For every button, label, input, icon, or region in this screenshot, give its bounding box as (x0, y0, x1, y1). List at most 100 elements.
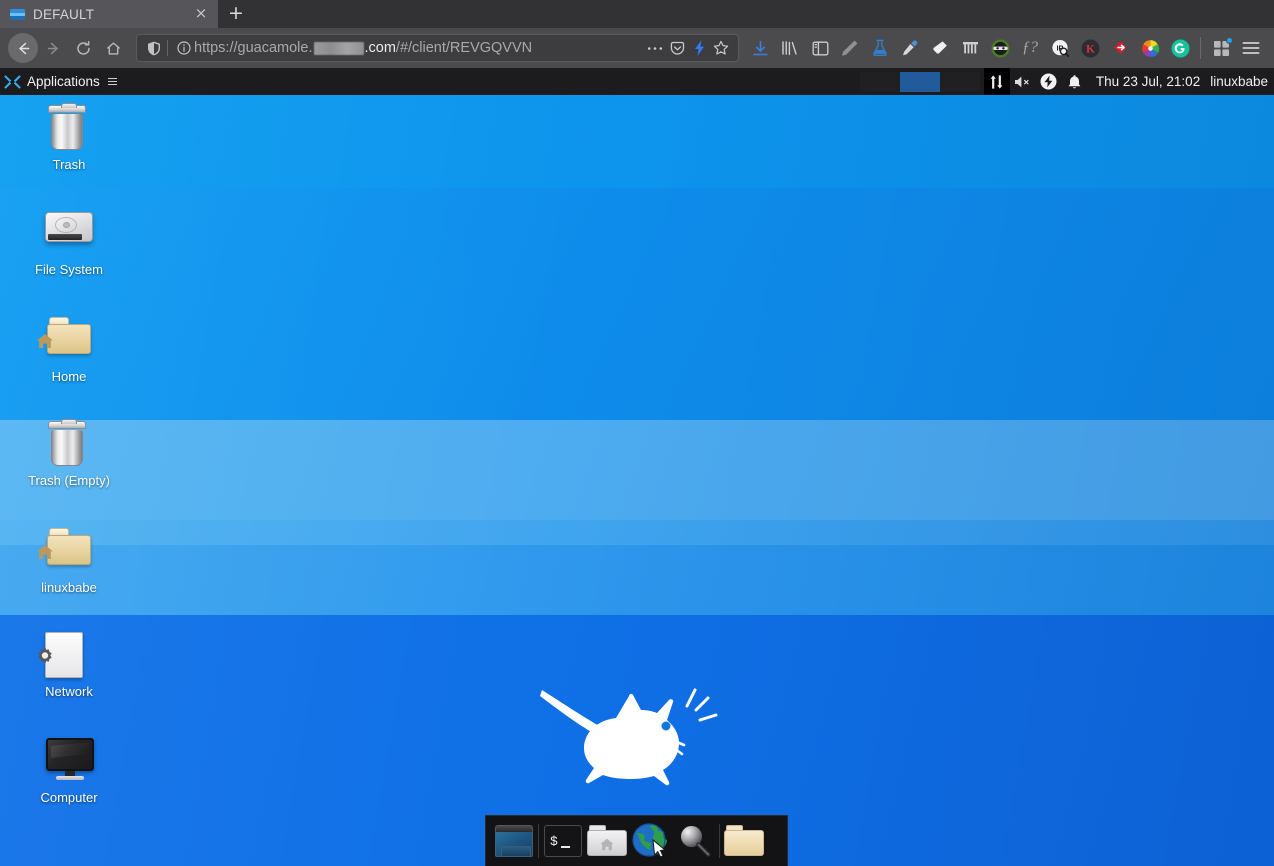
eyedropper-icon[interactable] (895, 33, 925, 63)
page-info-icon[interactable] (174, 41, 194, 55)
network-settings-icon (45, 632, 93, 680)
desktop-icon-label: Trash (53, 157, 86, 172)
tracking-protection-shield-icon[interactable] (143, 41, 165, 56)
file-manager-folder-icon (587, 825, 627, 857)
workspace-3[interactable] (940, 72, 980, 92)
url-path: /#/client/REVGQVVN (396, 40, 532, 56)
flask-icon[interactable] (865, 33, 895, 63)
new-tab-button[interactable]: + (218, 0, 254, 28)
desktop-icon-label: Network (45, 684, 93, 699)
user-folder-icon (45, 528, 93, 576)
dock-web-browser[interactable] (629, 819, 673, 863)
guacamole-favicon-icon (10, 9, 25, 20)
desktop-icon-label: Home (52, 369, 87, 384)
keepassxc-icon[interactable]: K (1075, 33, 1105, 63)
bookmark-star-icon[interactable] (710, 40, 732, 56)
desktop-icon-trash-empty[interactable]: Trash (Empty) (0, 421, 138, 488)
notifications-bell-icon[interactable] (1062, 68, 1088, 95)
function-glyph: ƒ? (1022, 39, 1038, 57)
url-divider (167, 40, 168, 56)
color-picker-icon[interactable] (1135, 33, 1165, 63)
tab-title: DEFAULT (33, 7, 184, 22)
hamburger-menu-icon[interactable] (1236, 33, 1266, 63)
ruler-icon[interactable] (835, 33, 865, 63)
xfce-dock-panel: $ (485, 815, 788, 866)
dock-file-manager[interactable] (585, 819, 629, 863)
ellipsis-icon[interactable] (644, 46, 666, 51)
applications-label: Applications (27, 74, 100, 89)
dock-file-folder[interactable] (722, 819, 766, 863)
url-scheme: https:// (194, 40, 238, 56)
reload-icon[interactable] (68, 33, 98, 63)
dock-terminal[interactable]: $ (541, 819, 585, 863)
back-arrow-icon[interactable] (8, 33, 38, 63)
desktop-icon-label: linuxbabe (41, 580, 97, 595)
redirector-icon[interactable] (1105, 33, 1135, 63)
xfce-top-panel: Applications (0, 68, 1274, 95)
system-tray: Thu 23 Jul, 21:02 linuxbabe (980, 68, 1274, 95)
desktop-icon-linuxbabe[interactable]: linuxbabe (0, 528, 138, 595)
url-bar[interactable]: https://guacamole..com/#/client/REVGQVVN (136, 34, 739, 62)
forward-arrow-icon[interactable] (38, 33, 68, 63)
dock-application-finder[interactable] (673, 819, 717, 863)
sidebar-icon[interactable] (805, 33, 835, 63)
downloads-icon[interactable] (745, 33, 775, 63)
desktop-icon-label: Trash (Empty) (28, 473, 110, 488)
dock-divider-1 (538, 824, 539, 858)
desktop-icon-trash[interactable]: Trash (0, 105, 138, 172)
trash-empty-icon (45, 421, 93, 469)
close-icon[interactable]: × (192, 5, 210, 23)
extensions-badge-dot (1226, 37, 1233, 44)
network-monitor-icon[interactable] (984, 68, 1010, 95)
lightning-bolt-icon[interactable] (688, 40, 710, 56)
home-folder-icon (45, 317, 93, 365)
web-browser-globe-icon (632, 823, 670, 859)
desktop-icon-home[interactable]: Home (0, 317, 138, 384)
workspace-1[interactable] (860, 72, 900, 92)
power-manager-icon[interactable] (1036, 68, 1062, 95)
tab-strip: DEFAULT × + (0, 0, 1274, 28)
navigation-toolbar: https://guacamole..com/#/client/REVGQVVN (0, 28, 1274, 68)
desktop-icon-file-system[interactable]: File System (0, 210, 138, 277)
trash-full-icon (45, 105, 93, 153)
applications-menu-button[interactable]: Applications (0, 68, 125, 95)
terminal-icon: $ (544, 825, 582, 857)
xfce-mouse-icon (4, 74, 21, 90)
desktop-icon-label: Computer (40, 790, 97, 805)
workspace-switcher[interactable] (860, 68, 980, 95)
ninja-cookie-icon[interactable] (985, 33, 1015, 63)
workspace-2[interactable] (900, 72, 940, 92)
desktop-icon-network[interactable]: Network (0, 632, 138, 699)
toolbar-divider (1200, 37, 1201, 59)
comb-icon[interactable] (955, 33, 985, 63)
guacamole-remote-desktop[interactable]: Applications (0, 68, 1274, 866)
username-label[interactable]: linuxbabe (1210, 74, 1274, 89)
toolbar-icons: ƒ? IP K (745, 33, 1266, 63)
home-icon[interactable] (98, 33, 128, 63)
tab-default[interactable]: DEFAULT × (0, 0, 218, 28)
menu-lines-icon (108, 76, 117, 87)
url-text[interactable]: https://guacamole..com/#/client/REVGQVVN (194, 40, 644, 56)
desktop-icon-label: File System (35, 262, 103, 277)
svg-text:K: K (1086, 43, 1095, 55)
clock[interactable]: Thu 23 Jul, 21:02 (1088, 74, 1210, 89)
url-host-redacted (314, 42, 364, 55)
dock-divider-2 (719, 824, 720, 858)
folder-tan-icon (724, 825, 764, 857)
eraser-icon[interactable] (925, 33, 955, 63)
extensions-puzzle-icon[interactable] (1206, 33, 1236, 63)
dock-show-desktop[interactable] (492, 819, 536, 863)
ip-lookup-icon[interactable]: IP (1045, 33, 1075, 63)
browser-window: DEFAULT × + (0, 0, 1274, 866)
grammarly-icon[interactable] (1165, 33, 1195, 63)
function-icon[interactable]: ƒ? (1015, 33, 1045, 63)
library-icon[interactable] (775, 33, 805, 63)
terminal-prompt: $ (550, 834, 558, 849)
url-host-prefix: guacamole. (238, 40, 313, 56)
xfce-mouse-logo-icon (524, 668, 724, 788)
harddisk-icon (45, 210, 93, 258)
volume-muted-icon[interactable] (1010, 68, 1036, 95)
save-to-pocket-icon[interactable] (666, 41, 688, 56)
computer-monitor-icon (45, 738, 93, 786)
desktop-icon-computer[interactable]: Computer (0, 738, 138, 805)
